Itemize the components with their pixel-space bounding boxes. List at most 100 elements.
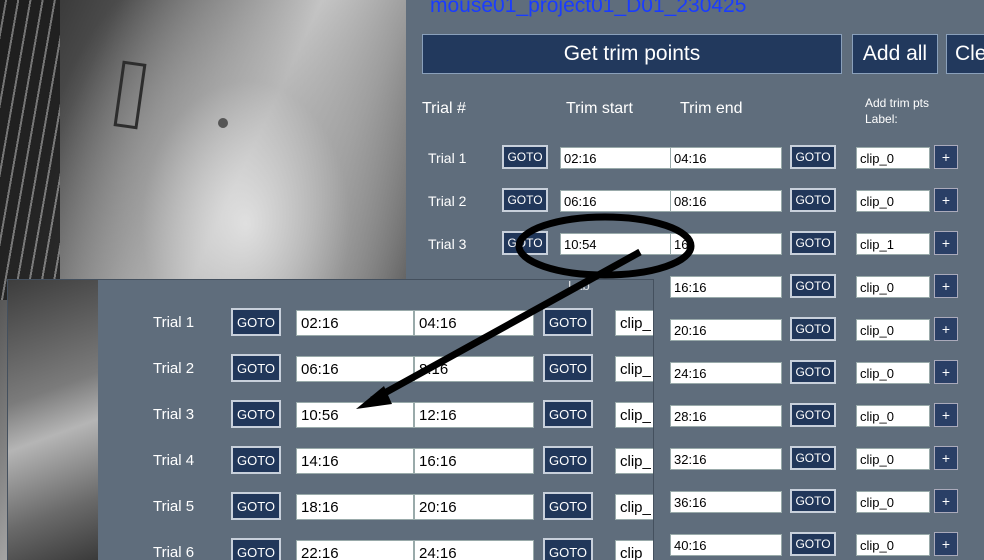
trim-end-input[interactable]: 16:16 [670, 276, 782, 298]
inset-goto-start-button[interactable]: GOTO [231, 446, 281, 474]
clip-label-input[interactable]: clip_0 [856, 319, 930, 341]
add-trim-button[interactable]: + [934, 446, 958, 470]
get-trim-points-button[interactable]: Get trim points [422, 34, 842, 74]
inset-goto-end-button[interactable]: GOTO [543, 400, 593, 428]
inset-clip-label-input[interactable]: clip_ [615, 448, 653, 474]
inset-goto-start-button[interactable]: GOTO [231, 400, 281, 428]
inset-trim-end-input[interactable]: 04:16 [414, 310, 534, 336]
inset-trial-label: Trial 3 [153, 406, 195, 423]
header-add-trim-pts: Add trim pts [865, 96, 930, 110]
inset-goto-end-button[interactable]: GOTO [543, 308, 593, 336]
goto-end-button[interactable]: GOTO [790, 231, 836, 255]
goto-start-button[interactable]: GOTO [502, 188, 548, 212]
inset-trial-label: Trial 5 [153, 498, 195, 515]
goto-end-button[interactable]: GOTO [790, 317, 836, 341]
trial-label: Trial 1 [428, 150, 467, 166]
header-trim-start: Trim start [566, 100, 633, 117]
inset-goto-start-button[interactable]: GOTO [231, 492, 281, 520]
clip-label-input[interactable]: clip_0 [856, 190, 930, 212]
inset-goto-start-button[interactable]: GOTO [231, 354, 281, 382]
inset-goto-start-button[interactable]: GOTO [231, 538, 281, 560]
inset-goto-end-button[interactable]: GOTO [543, 446, 593, 474]
goto-end-button[interactable]: GOTO [790, 532, 836, 556]
project-title: mouse01_project01_D01_230425 [430, 0, 747, 17]
trim-end-input[interactable]: 08:16 [670, 190, 782, 212]
header-trim-end: Trim end [680, 100, 743, 117]
zoom-inset: Lab Trial 1 GOTO 02:16 04:16 GOTO clip_ Trial … [8, 280, 653, 560]
inset-trim-end-input[interactable]: 16:16 [414, 448, 534, 474]
inset-goto-end-button[interactable]: GOTO [543, 354, 593, 382]
goto-end-button[interactable]: GOTO [790, 446, 836, 470]
clip-label-input[interactable]: clip_0 [856, 405, 930, 427]
inset-trim-end-input[interactable]: 20:16 [414, 494, 534, 520]
inset-trim-start-input[interactable]: 10:56 [296, 402, 414, 428]
inset-trial-label: Trial 2 [153, 360, 195, 377]
header-trial: Trial # [422, 100, 466, 117]
inset-clip-label-input[interactable]: clip_ [615, 402, 653, 428]
trim-start-input[interactable]: 10:54 [560, 233, 672, 255]
trim-end-input[interactable]: 32:16 [670, 448, 782, 470]
trial-label: Trial 3 [428, 236, 467, 252]
inset-trim-start-input[interactable]: 22:16 [296, 540, 414, 560]
cage-screw [218, 118, 228, 128]
cage-slot [113, 60, 147, 130]
header-label: Label: [865, 112, 898, 126]
trim-start-input[interactable]: 06:16 [560, 190, 672, 212]
inset-trim-end-input[interactable]: 24:16 [414, 540, 534, 560]
trim-end-input[interactable]: 40:16 [670, 534, 782, 556]
add-trim-button[interactable]: + [934, 188, 958, 212]
trim-end-input[interactable]: 16 [670, 233, 782, 255]
goto-start-button[interactable]: GOTO [502, 231, 548, 255]
add-trim-button[interactable]: + [934, 145, 958, 169]
clip-label-input[interactable]: clip_0 [856, 147, 930, 169]
inset-clip-label-input[interactable]: clip_ [615, 310, 653, 336]
inset-trim-start-input[interactable]: 06:16 [296, 356, 414, 382]
add-trim-button[interactable]: + [934, 274, 958, 298]
trim-end-input[interactable]: 28:16 [670, 405, 782, 427]
goto-end-button[interactable]: GOTO [790, 145, 836, 169]
trim-start-input[interactable]: 02:16 [560, 147, 672, 169]
trim-end-input[interactable]: 36:16 [670, 491, 782, 513]
inset-label-header: Lab [568, 280, 590, 293]
inset-camera-frame [8, 280, 98, 560]
cage-wires [0, 0, 60, 300]
add-trim-button[interactable]: + [934, 231, 958, 255]
add-all-button[interactable]: Add all [852, 34, 938, 74]
inset-goto-start-button[interactable]: GOTO [231, 308, 281, 336]
add-trim-button[interactable]: + [934, 403, 958, 427]
trim-end-input[interactable]: 20:16 [670, 319, 782, 341]
clip-label-input[interactable]: clip_0 [856, 362, 930, 384]
goto-start-button[interactable]: GOTO [502, 145, 548, 169]
clip-label-input[interactable]: clip_0 [856, 534, 930, 556]
clip-label-input[interactable]: clip_1 [856, 233, 930, 255]
inset-clip-label-input[interactable]: clip_ [615, 356, 653, 382]
inset-goto-end-button[interactable]: GOTO [543, 492, 593, 520]
add-trim-button[interactable]: + [934, 532, 958, 556]
inset-clip-label-input[interactable]: clip_ [615, 540, 653, 560]
clear-button[interactable]: Cle [946, 34, 984, 74]
trial-label: Trial 2 [428, 193, 467, 209]
clip-label-input[interactable]: clip_0 [856, 276, 930, 298]
goto-end-button[interactable]: GOTO [790, 188, 836, 212]
inset-trim-end-input[interactable]: 8:16 [414, 356, 534, 382]
inset-trial-label: Trial 4 [153, 452, 195, 469]
inset-clip-label-input[interactable]: clip_ [615, 494, 653, 520]
goto-end-button[interactable]: GOTO [790, 403, 836, 427]
goto-end-button[interactable]: GOTO [790, 489, 836, 513]
add-trim-button[interactable]: + [934, 360, 958, 384]
add-trim-button[interactable]: + [934, 317, 958, 341]
inset-goto-end-button[interactable]: GOTO [543, 538, 593, 560]
inset-trim-end-input[interactable]: 12:16 [414, 402, 534, 428]
add-trim-button[interactable]: + [934, 489, 958, 513]
clip-label-input[interactable]: clip_0 [856, 491, 930, 513]
inset-trim-start-input[interactable]: 14:16 [296, 448, 414, 474]
goto-end-button[interactable]: GOTO [790, 360, 836, 384]
clip-label-input[interactable]: clip_0 [856, 448, 930, 470]
trim-end-input[interactable]: 04:16 [670, 147, 782, 169]
inset-trial-label: Trial 1 [153, 314, 195, 331]
inset-trial-label: Trial 6 [153, 544, 195, 560]
inset-trim-start-input[interactable]: 02:16 [296, 310, 414, 336]
trim-end-input[interactable]: 24:16 [670, 362, 782, 384]
inset-trim-start-input[interactable]: 18:16 [296, 494, 414, 520]
goto-end-button[interactable]: GOTO [790, 274, 836, 298]
